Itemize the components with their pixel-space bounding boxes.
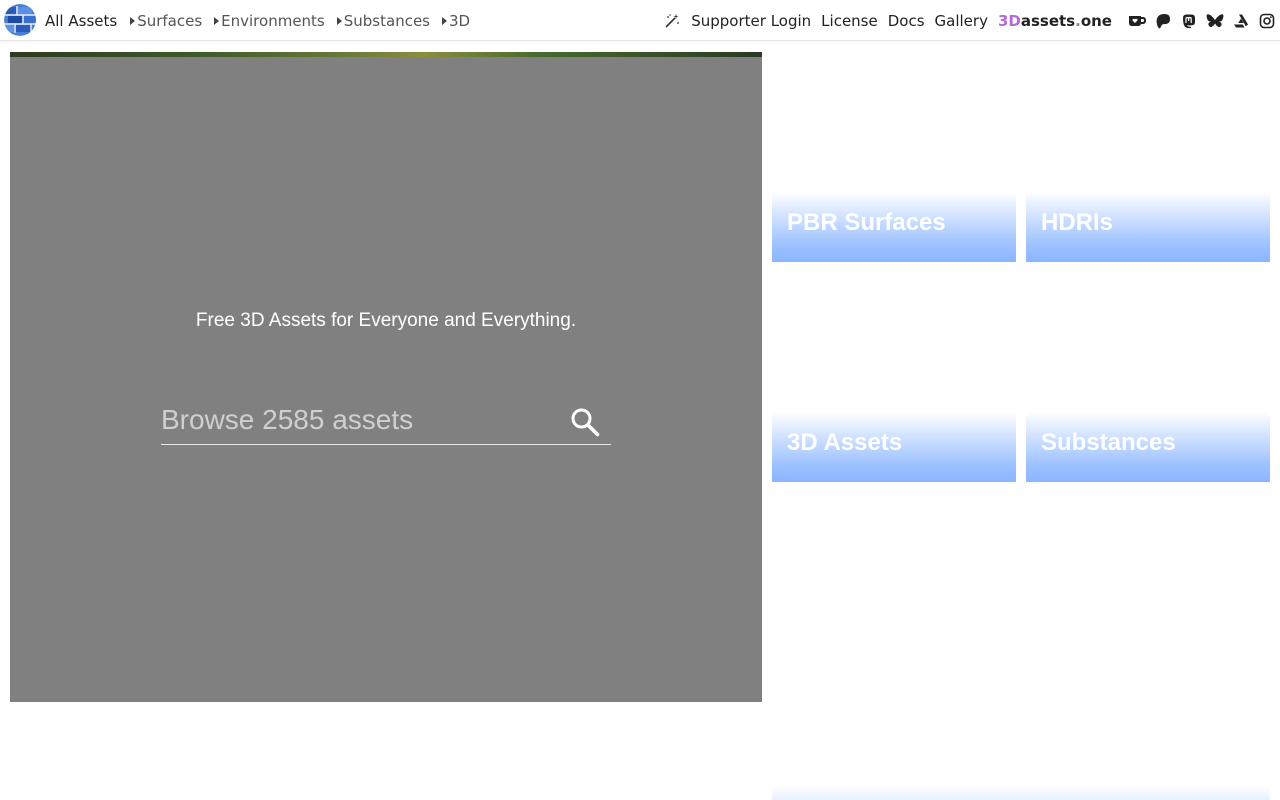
search-bar: [161, 394, 611, 445]
gallery-link[interactable]: Gallery: [935, 12, 988, 30]
nav-environments[interactable]: Environments: [214, 12, 325, 30]
caret-right-icon: [336, 16, 342, 25]
nav-3d[interactable]: 3D: [442, 12, 470, 30]
kofi-icon[interactable]: [1128, 12, 1146, 30]
tile-pbr-surfaces[interactable]: PBR Surfaces: [772, 192, 1016, 262]
tile-hdris[interactable]: HDRIs: [1026, 192, 1270, 262]
top-nav: All Assets Surfaces Environments Substan…: [0, 0, 1280, 41]
tile-substances-label: Substances: [1041, 429, 1176, 456]
site-logo[interactable]: [4, 4, 36, 36]
artstation-icon[interactable]: [1232, 12, 1250, 30]
tile-substances[interactable]: Substances: [1026, 412, 1270, 482]
nav-substances-label: Substances: [343, 11, 430, 30]
license-link[interactable]: License: [821, 12, 878, 30]
supporter-login-link[interactable]: Supporter Login: [691, 12, 811, 30]
brand-part-3d: 3D: [997, 11, 1021, 30]
tile-next-row-edge: [772, 786, 1270, 800]
caret-right-icon: [130, 16, 136, 25]
brand-link-3dassets-one[interactable]: 3Dassets.one: [998, 12, 1112, 30]
instagram-icon[interactable]: [1258, 12, 1276, 30]
mastodon-icon[interactable]: [1180, 12, 1198, 30]
hero-image-strip: [10, 52, 762, 57]
nav-substances[interactable]: Substances: [336, 11, 430, 30]
tile-hdris-label: HDRIs: [1041, 209, 1114, 236]
search-input[interactable]: [161, 400, 561, 440]
hero-tagline: Free 3D Assets for Everyone and Everythi…: [195, 310, 577, 331]
tile-3d-assets-label: 3D Assets: [787, 429, 903, 456]
magic-wand-icon[interactable]: [663, 12, 681, 30]
nav-environments-label: Environments: [221, 11, 325, 30]
nav-surfaces[interactable]: Surfaces: [130, 12, 202, 30]
nav-surfaces-label: Surfaces: [137, 11, 203, 30]
search-icon[interactable]: [569, 406, 601, 438]
tile-3d-assets[interactable]: 3D Assets: [772, 412, 1016, 482]
brand-part-one: one: [1080, 11, 1112, 30]
nav-3d-label: 3D: [449, 11, 471, 30]
brand-part-assets: assets: [1020, 11, 1076, 30]
bluesky-icon[interactable]: [1206, 12, 1224, 30]
caret-right-icon: [214, 16, 220, 25]
hero-banner: Free 3D Assets for Everyone and Everythi…: [10, 52, 762, 702]
logo-globe-icon: [4, 4, 36, 36]
patreon-icon[interactable]: [1154, 12, 1172, 30]
nav-all-assets[interactable]: All Assets: [45, 12, 117, 30]
docs-link[interactable]: Docs: [888, 12, 925, 30]
caret-right-icon: [442, 16, 447, 25]
tile-pbr-surfaces-label: PBR Surfaces: [787, 209, 946, 236]
